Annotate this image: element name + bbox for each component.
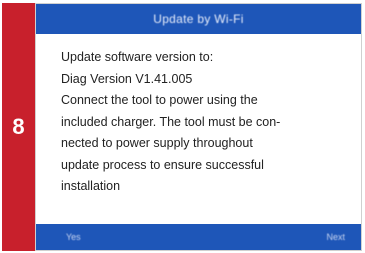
next-button[interactable]: Next <box>326 230 345 244</box>
device-screen: Update by Wi-Fi Update software version … <box>35 3 362 251</box>
message-line: Update software version to: <box>61 50 214 64</box>
dialog-title-bar: Update by Wi-Fi <box>36 4 361 34</box>
message-line: installation <box>61 179 121 193</box>
message-line: Connect the tool to power using the <box>61 93 258 107</box>
dialog-message: Update software version to: Diag Version… <box>61 47 347 198</box>
message-line: Diag Version V1.41.005 <box>61 71 193 86</box>
dialog-title: Update by Wi-Fi <box>153 12 244 26</box>
message-line: included charger. The tool must be con- <box>61 114 281 129</box>
step-number: 8 <box>12 114 25 139</box>
manual-figure: 8 Update by Wi-Fi Update software versio… <box>0 0 365 253</box>
yes-button[interactable]: Yes <box>66 230 81 244</box>
message-line: update process to ensure successful <box>61 157 264 172</box>
step-marker: 8 <box>2 3 35 251</box>
dialog-button-bar: Yes Next <box>36 224 361 250</box>
message-line: nected to power supply throughout <box>61 136 253 150</box>
